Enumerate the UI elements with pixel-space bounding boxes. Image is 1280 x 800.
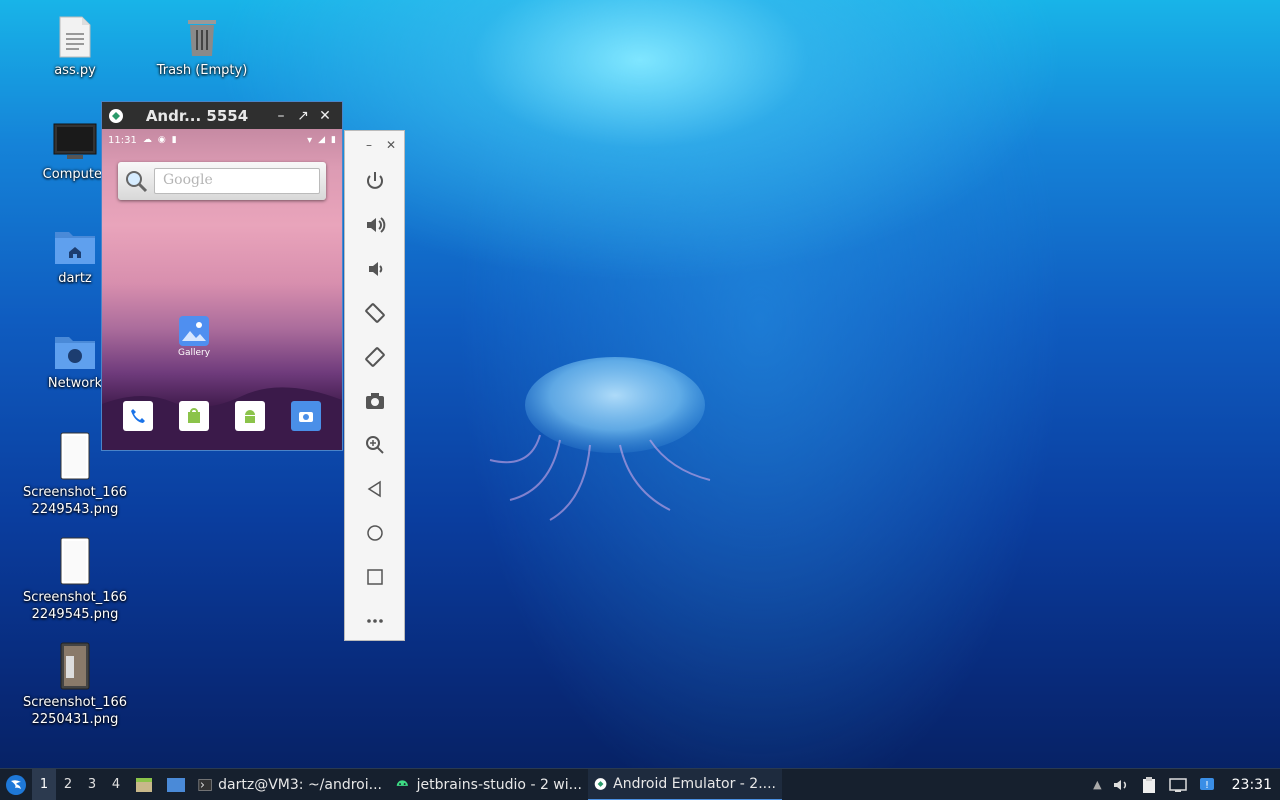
image-file-icon [60,432,90,480]
overview-icon [366,569,383,585]
emulator-window[interactable]: Andr... 5554 – ↗ ✕ 11:31 ☁ ◉ ▮ ▾ ◢ ▮ Goo… [101,101,343,451]
volume-icon[interactable] [1112,776,1130,794]
taskbar-task-emulator[interactable]: Android Emulator - 2.... [588,768,782,800]
store-icon[interactable] [179,401,209,431]
terminal-icon [198,778,212,791]
workspace-4[interactable]: 4 [104,769,128,800]
toolbar-minimize-icon[interactable]: – [366,138,372,152]
start-menu-button[interactable] [0,769,32,800]
screenshot-icon [365,393,384,409]
google-search-widget[interactable]: Google [118,162,326,200]
phone-icon[interactable] [123,401,153,431]
phone-dock [102,401,342,431]
more-button[interactable] [345,599,404,643]
notification-icon: ☁ [142,135,152,145]
minimize-icon[interactable]: – [270,108,292,124]
system-tray: ▲ ! 23:31 [1093,769,1280,800]
svg-text:!: ! [1205,780,1209,791]
clipboard-icon[interactable] [1140,776,1158,794]
app-menu-icon [6,774,26,795]
sync-icon: ◉ [157,135,166,145]
back-icon [367,480,381,498]
desktop-icon-screenshot-3[interactable]: Screenshot_166 2250431.png [15,642,135,728]
desktop-icon [167,777,185,792]
network-icon[interactable] [1168,776,1188,794]
zoom-icon [365,436,384,454]
rotate-right-icon [364,347,385,367]
workspace-2[interactable]: 2 [56,769,80,800]
text-file-icon [59,16,91,58]
gallery-icon [179,316,209,346]
image-file-icon [60,537,90,585]
desktop-icon-label: Screenshot_166 2249543.png [22,485,128,517]
desktop-icon-label: Trash (Empty) [156,63,248,78]
task-label: dartz@VM3: ~/androi... [218,776,382,793]
phone-screen[interactable]: 11:31 ☁ ◉ ▮ ▾ ◢ ▮ Google Gallery [102,129,342,450]
taskbar-task-terminal[interactable]: dartz@VM3: ~/androi... [192,769,388,800]
wifi-icon: ▾ [307,134,313,146]
desktop-icon-launcher[interactable] [160,769,192,800]
task-label: jetbrains-studio - 2 wi... [416,776,582,793]
battery-icon: ▮ [331,135,336,145]
emulator-icon [109,108,123,123]
volume-down-button[interactable] [345,247,404,291]
maximize-icon[interactable]: ↗ [292,108,314,124]
emulator-titlebar[interactable]: Andr... 5554 – ↗ ✕ [102,102,342,129]
power-button[interactable] [345,159,404,203]
rotate-left-icon [364,303,385,323]
phone-time: 11:31 [108,134,137,146]
power-icon [366,172,383,189]
update-notifier-icon[interactable]: ! [1198,776,1216,794]
overview-button[interactable] [345,555,404,599]
file-manager-icon [136,777,152,792]
app-gallery[interactable]: Gallery [178,316,210,358]
desktop-icon-label: ass.py [54,63,96,78]
volume-up-icon [366,217,385,233]
task-label: Android Emulator - 2.... [613,775,776,792]
volume-up-button[interactable] [345,203,404,247]
jellyfish-wallpaper [489,357,711,521]
toolbar-close-icon[interactable]: ✕ [386,138,396,152]
phone-status-bar: 11:31 ☁ ◉ ▮ ▾ ◢ ▮ [102,129,342,151]
taskbar-task-studio[interactable]: jetbrains-studio - 2 wi... [388,769,588,800]
rotate-right-button[interactable] [345,335,404,379]
taskbar: 1 2 3 4 dartz@VM3: ~/androi... jetbrains… [0,768,1280,800]
android-icon[interactable] [235,401,265,431]
desktop-icon-trash[interactable]: Trash (Empty) [142,16,262,79]
computer-icon [53,123,97,159]
desktop-icon-ass-py[interactable]: ass.py [15,16,135,79]
clock[interactable]: 23:31 [1232,777,1272,793]
desktop-icon-screenshot-2[interactable]: Screenshot_166 2249545.png [15,537,135,623]
emulator-title: Andr... 5554 [145,106,249,125]
google-search-box[interactable]: Google [154,168,320,194]
sd-card-icon: ▮ [171,135,177,145]
close-icon[interactable]: ✕ [314,108,336,124]
app-label: Gallery [177,348,211,358]
desktop-icon-label: Screenshot_166 2250431.png [22,695,128,727]
tray-expand-icon[interactable]: ▲ [1093,778,1101,791]
rotate-left-button[interactable] [345,291,404,335]
camera-icon[interactable] [291,401,321,431]
home-button[interactable] [345,511,404,555]
zoom-button[interactable] [345,423,404,467]
home-icon [366,525,383,541]
workspace-1[interactable]: 1 [32,768,56,800]
signal-icon: ◢ [318,135,326,145]
emulator-toolbar: – ✕ [344,130,405,641]
desktop-icon-label: Screenshot_166 2249545.png [22,590,128,622]
show-desktop-button[interactable] [128,769,160,800]
workspace-3[interactable]: 3 [80,769,104,800]
image-file-icon [60,642,90,690]
network-folder-icon [55,337,95,369]
more-icon [366,619,383,623]
magnifier-icon [126,171,148,193]
volume-down-icon [368,262,382,276]
screenshot-button[interactable] [345,379,404,423]
home-folder-icon [55,232,95,264]
android-icon [396,779,408,786]
back-button[interactable] [345,467,404,511]
trash-icon [188,20,216,56]
emulator-icon [594,777,607,790]
